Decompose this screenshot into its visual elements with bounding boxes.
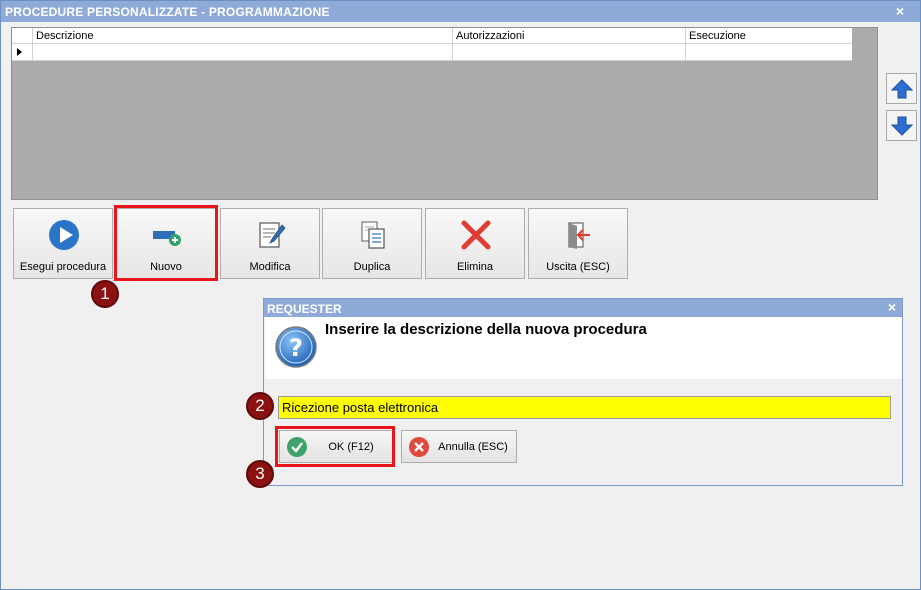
checkmark-icon bbox=[287, 437, 307, 457]
annulla-button-label: Annulla (ESC) bbox=[438, 441, 508, 453]
move-down-button[interactable] bbox=[886, 110, 917, 141]
grid-header: Descrizione Autorizzazioni Esecuzione bbox=[12, 28, 852, 44]
arrow-down-icon bbox=[891, 116, 913, 136]
procedures-grid[interactable]: Descrizione Autorizzazioni Esecuzione bbox=[11, 27, 878, 200]
step-badge-1: 1 bbox=[91, 280, 119, 308]
cell-autorizzazioni[interactable] bbox=[452, 44, 685, 60]
edit-icon bbox=[259, 222, 286, 248]
modifica-button[interactable]: Modifica bbox=[220, 208, 320, 279]
main-window: PROCEDURE PERSONALIZZATE - PROGRAMMAZION… bbox=[0, 0, 921, 590]
column-header-autorizzazioni[interactable]: Autorizzazioni bbox=[452, 28, 685, 43]
dialog-close-button[interactable]: × bbox=[888, 299, 896, 315]
elimina-label: Elimina bbox=[456, 261, 494, 273]
move-up-button[interactable] bbox=[886, 73, 917, 104]
delete-icon bbox=[461, 220, 491, 250]
column-header-esecuzione[interactable]: Esecuzione bbox=[685, 28, 852, 43]
nuovo-button[interactable]: Nuovo bbox=[116, 208, 216, 279]
procedure-description-input[interactable] bbox=[278, 396, 891, 419]
grid-corner-cell bbox=[12, 28, 32, 43]
new-record-icon bbox=[153, 231, 181, 246]
duplica-label: Duplica bbox=[353, 261, 391, 273]
esegui-procedura-label: Esegui procedura bbox=[19, 261, 107, 273]
dialog-message: Inserire la descrizione della nuova proc… bbox=[325, 321, 647, 338]
requester-dialog: REQUESTER × ? Inserire la descrizione de… bbox=[263, 298, 903, 486]
dialog-message-area: ? Inserire la descrizione della nuova pr… bbox=[265, 317, 902, 379]
row-selector-cell[interactable] bbox=[12, 44, 32, 60]
modifica-label: Modifica bbox=[249, 261, 291, 273]
play-icon bbox=[49, 220, 79, 250]
step-badge-3: 3 bbox=[246, 460, 274, 488]
duplicate-icon bbox=[361, 221, 385, 249]
esegui-procedura-button[interactable]: Esegui procedura bbox=[13, 208, 113, 279]
cancel-icon bbox=[409, 437, 429, 457]
exit-icon bbox=[568, 222, 590, 249]
dialog-title: REQUESTER bbox=[267, 302, 342, 316]
question-icon: ? bbox=[275, 326, 317, 368]
dialog-titlebar: REQUESTER × bbox=[264, 299, 902, 317]
cell-esecuzione[interactable] bbox=[685, 44, 852, 60]
uscita-label: Uscita (ESC) bbox=[546, 261, 610, 273]
step-badge-2: 2 bbox=[246, 392, 274, 420]
current-row-indicator-icon bbox=[17, 48, 22, 56]
window-close-button[interactable]: × bbox=[896, 3, 904, 19]
window-titlebar: PROCEDURE PERSONALIZZATE - PROGRAMMAZION… bbox=[1, 1, 920, 22]
elimina-button[interactable]: Elimina bbox=[425, 208, 525, 279]
window-title: PROCEDURE PERSONALIZZATE - PROGRAMMAZION… bbox=[5, 5, 330, 19]
arrow-up-icon bbox=[891, 79, 913, 99]
nuovo-label: Nuovo bbox=[150, 261, 182, 273]
table-row[interactable] bbox=[12, 44, 852, 61]
annulla-button[interactable]: Annulla (ESC) bbox=[401, 430, 517, 463]
duplica-button[interactable]: Duplica bbox=[322, 208, 422, 279]
cell-descrizione[interactable] bbox=[32, 44, 452, 60]
column-header-descrizione[interactable]: Descrizione bbox=[32, 28, 452, 43]
ok-button-label: OK (F12) bbox=[328, 441, 374, 453]
ok-button[interactable]: OK (F12) bbox=[279, 430, 395, 463]
svg-text:?: ? bbox=[289, 334, 303, 362]
uscita-button[interactable]: Uscita (ESC) bbox=[528, 208, 628, 279]
